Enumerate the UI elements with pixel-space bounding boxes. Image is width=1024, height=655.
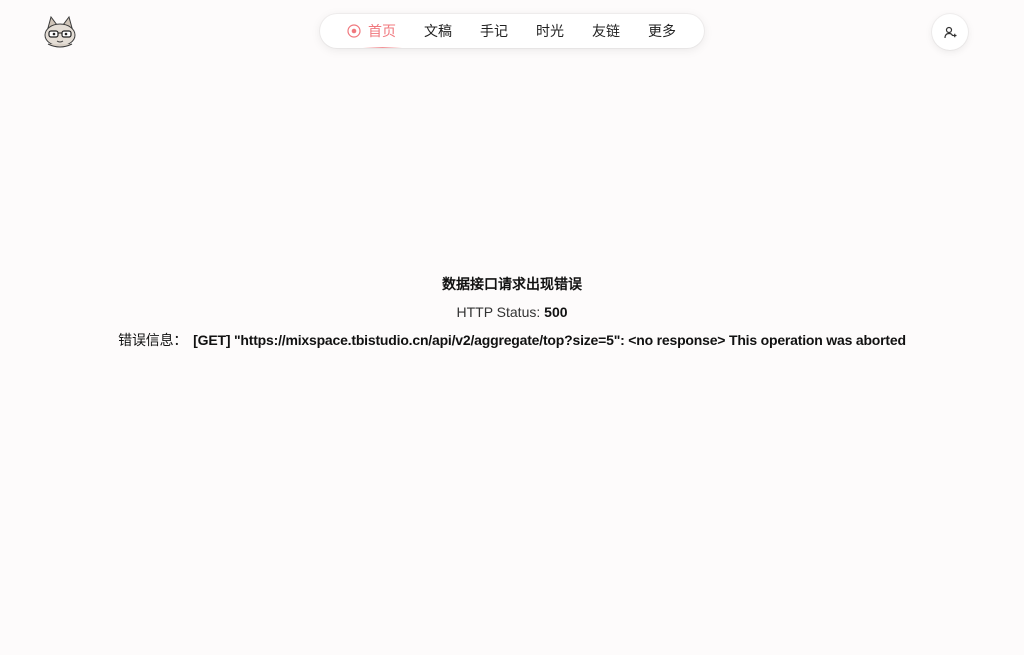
site-header: 首页 文稿 手记 时光 友链 更多: [0, 0, 1024, 64]
nav-item-label: 手记: [480, 23, 508, 39]
nav-item-timeline[interactable]: 时光: [536, 14, 564, 48]
main-nav: 首页 文稿 手记 时光 友链 更多: [320, 14, 704, 48]
nav-item-label: 更多: [648, 23, 676, 39]
error-message-label: 错误信息：: [118, 332, 188, 348]
nav-item-label: 时光: [536, 23, 564, 39]
error-message-text: [GET] "https://mixspace.tbistudio.cn/api…: [193, 332, 906, 348]
error-status: HTTP Status: 500: [0, 298, 1024, 326]
status-label: HTTP Status:: [456, 304, 541, 320]
nav-item-label: 文稿: [424, 23, 452, 39]
home-target-icon: [347, 24, 361, 38]
error-panel: 数据接口请求出现错误 HTTP Status: 500 错误信息： [GET] "…: [0, 270, 1024, 354]
nav-item-notes[interactable]: 手记: [480, 14, 508, 48]
error-title: 数据接口请求出现错误: [442, 276, 582, 292]
nav-item-label: 友链: [592, 23, 620, 39]
nav-item-more[interactable]: 更多: [648, 14, 676, 48]
site-logo[interactable]: [40, 14, 80, 50]
nav-item-friends[interactable]: 友链: [592, 14, 620, 48]
status-code: 500: [544, 304, 568, 320]
nav-item-posts[interactable]: 文稿: [424, 14, 452, 48]
cat-avatar-logo-icon: [44, 15, 76, 48]
nav-item-label: 首页: [368, 23, 396, 39]
user-plus-icon: [943, 26, 956, 38]
error-message: 错误信息： [GET] "https://mixspace.tbistudio.c…: [0, 326, 1024, 354]
nav-item-home[interactable]: 首页: [347, 14, 402, 48]
user-login-button[interactable]: [932, 14, 968, 50]
